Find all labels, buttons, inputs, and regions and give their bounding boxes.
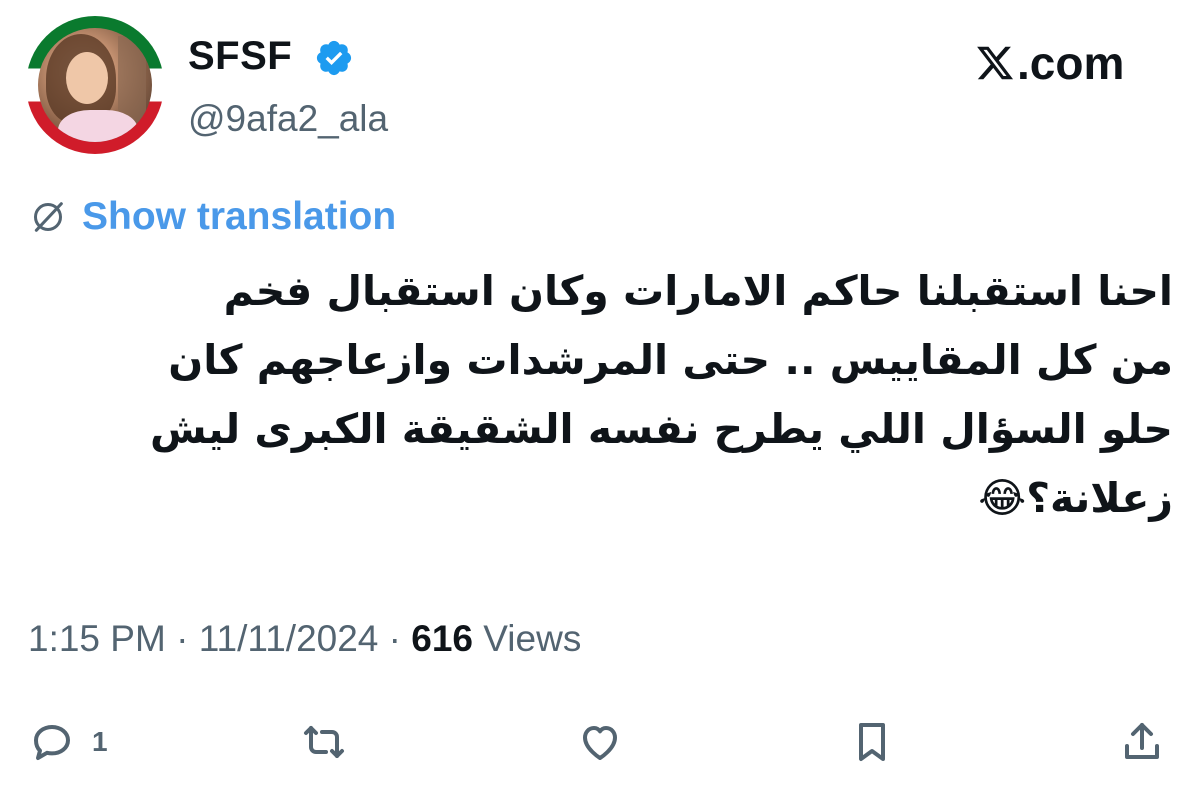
tweet-line: زعلانة؟😂 [978,474,1173,522]
globe-slash-icon [34,202,63,232]
tweet-text: احنا استقبلنا حاكم الامارات وكان استقبال… [28,257,1173,533]
share-icon [1125,723,1159,759]
retweet-icon [304,726,344,758]
display-name[interactable]: SFSF [188,34,292,79]
show-translation-label[interactable]: Show translation [82,195,396,239]
like-icon [583,726,617,760]
bookmark-icon [859,723,885,761]
verified-badge-icon [316,40,352,76]
site-brand: .com [975,36,1124,90]
meta-separator: · [388,618,401,659]
tweet-action-bar: 1 [0,712,1199,772]
avatar[interactable] [26,16,164,154]
views-label: Views [483,618,582,659]
retweet-button[interactable] [300,718,348,766]
bookmark-button[interactable] [848,718,896,766]
tweet-line: من كل المقاييس .. حتى المرشدات وازعاجهم … [168,336,1173,384]
site-domain-label: .com [1017,37,1125,89]
tweet-meta: 1:15 PM · 11/11/2024 · 616 Views [28,618,581,660]
reply-count: 1 [92,726,108,757]
tweet-time[interactable]: 1:15 PM [28,618,166,659]
show-translation-button[interactable]: Show translation [28,192,396,242]
share-button[interactable] [1118,718,1166,766]
like-button[interactable] [576,718,624,766]
views-count: 616 [411,618,474,659]
tweet-date[interactable]: 11/11/2024 [199,618,379,659]
tweet-line: احنا استقبلنا حاكم الامارات وكان استقبال… [223,267,1173,315]
user-handle[interactable]: @9afa2_ala [188,98,388,140]
tweet-line: حلو السؤال اللي يطرح نفسه الشقيقة الكبرى… [150,405,1173,453]
x-logo-icon [977,46,1014,80]
meta-separator: · [176,618,189,659]
reply-button[interactable]: 1 [28,718,108,766]
avatar-photo [38,28,152,142]
reply-icon [34,725,70,760]
